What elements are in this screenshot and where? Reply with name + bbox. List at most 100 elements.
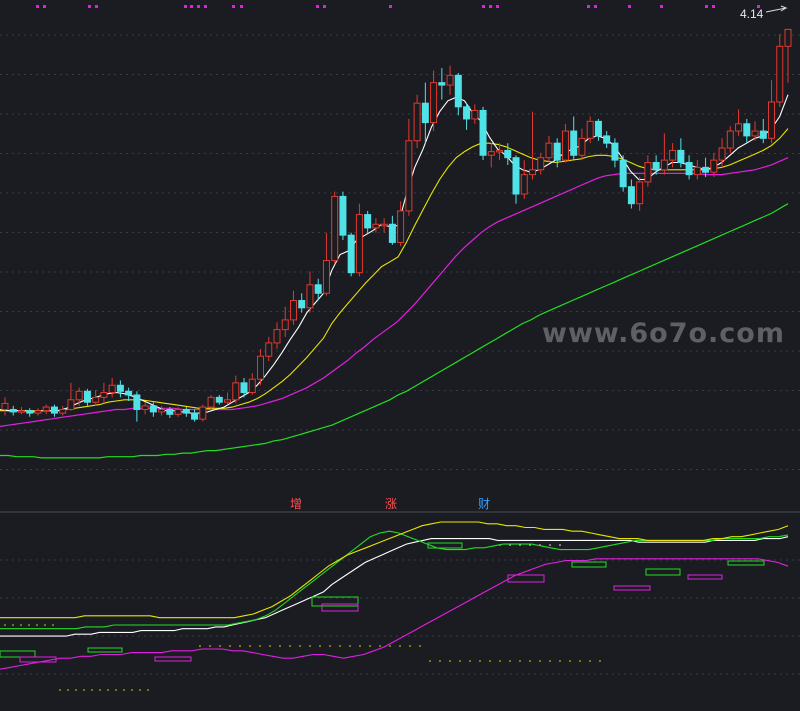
candle bbox=[413, 94, 421, 148]
candle bbox=[528, 111, 536, 180]
candle bbox=[125, 387, 133, 401]
candle bbox=[257, 348, 265, 386]
candle bbox=[50, 404, 58, 417]
signal-label-zeng: 增 bbox=[290, 497, 303, 511]
candle bbox=[380, 218, 388, 233]
candle bbox=[42, 404, 50, 415]
marker-dot bbox=[712, 5, 715, 8]
marker-dot bbox=[496, 5, 499, 8]
candle bbox=[199, 404, 207, 422]
candle bbox=[364, 210, 372, 233]
kline-chart bbox=[0, 5, 800, 691]
candle bbox=[182, 407, 190, 417]
ma-mid-line bbox=[0, 128, 789, 412]
candle bbox=[611, 138, 619, 168]
marker-dot bbox=[232, 5, 235, 8]
candle bbox=[306, 271, 314, 313]
candle bbox=[759, 118, 767, 144]
watermark: www.6o7o.com bbox=[542, 318, 785, 349]
candle bbox=[1, 397, 9, 416]
marker-dot bbox=[489, 5, 492, 8]
marker-dot bbox=[705, 5, 708, 8]
candle bbox=[92, 390, 100, 406]
indicator-box bbox=[427, 542, 463, 549]
marker-dot bbox=[628, 5, 631, 8]
candle bbox=[298, 293, 306, 313]
candle bbox=[421, 82, 429, 144]
marker-dot bbox=[240, 5, 243, 8]
candle bbox=[347, 232, 355, 277]
indicator-yellow-line bbox=[0, 521, 789, 619]
indicator-box bbox=[0, 650, 36, 658]
candle bbox=[17, 407, 25, 415]
candle bbox=[100, 382, 108, 404]
candle bbox=[553, 138, 561, 168]
marker-dot bbox=[389, 5, 392, 8]
ma-short-line bbox=[0, 94, 789, 414]
marker-dot bbox=[190, 5, 193, 8]
candle bbox=[224, 392, 232, 405]
candle bbox=[652, 155, 660, 175]
indicator-white-line bbox=[0, 536, 789, 637]
indicator-box bbox=[321, 603, 359, 612]
candle bbox=[191, 409, 199, 422]
bottom-panel-grid bbox=[0, 559, 800, 675]
indicator-box bbox=[87, 647, 123, 653]
candle bbox=[438, 68, 446, 100]
marker-dot bbox=[594, 5, 597, 8]
indicator-box bbox=[687, 574, 723, 580]
candle bbox=[59, 405, 67, 416]
candle bbox=[26, 408, 34, 417]
candle bbox=[570, 116, 578, 161]
marker-dot bbox=[36, 5, 39, 8]
candle bbox=[520, 160, 528, 199]
candle bbox=[784, 28, 792, 83]
marker-dot bbox=[660, 5, 663, 8]
candle bbox=[636, 177, 644, 211]
candle bbox=[487, 143, 495, 168]
candle bbox=[67, 382, 75, 411]
candle bbox=[685, 155, 693, 180]
candle bbox=[322, 232, 330, 296]
marker-dot bbox=[204, 5, 207, 8]
candle bbox=[141, 402, 149, 415]
marker-dot bbox=[316, 5, 319, 8]
last-price-label: 4.14 bbox=[740, 7, 764, 21]
candle bbox=[116, 380, 124, 398]
candle bbox=[603, 131, 611, 148]
candle bbox=[232, 375, 240, 404]
indicator-boxes bbox=[0, 542, 765, 663]
candle bbox=[693, 160, 701, 180]
candle bbox=[133, 391, 141, 422]
candle bbox=[108, 378, 116, 398]
candle bbox=[776, 34, 784, 107]
price-pointer bbox=[765, 5, 788, 13]
marker-dot bbox=[323, 5, 326, 8]
candle bbox=[578, 128, 586, 161]
candle bbox=[545, 135, 553, 163]
signal-label-cai: 财 bbox=[478, 497, 491, 511]
marker-dot bbox=[88, 5, 91, 8]
candle bbox=[726, 126, 734, 153]
bottom-panel-dots bbox=[4, 544, 601, 691]
candle bbox=[158, 405, 166, 416]
marker-dot bbox=[184, 5, 187, 8]
candle bbox=[331, 191, 339, 265]
candle bbox=[660, 133, 668, 175]
candle bbox=[273, 322, 281, 349]
candle bbox=[289, 290, 297, 325]
candle bbox=[248, 373, 256, 395]
candle bbox=[644, 155, 652, 187]
indicator-box bbox=[645, 568, 681, 576]
candle bbox=[710, 152, 718, 178]
candle bbox=[743, 118, 751, 144]
candle bbox=[463, 103, 471, 130]
candle bbox=[34, 408, 42, 416]
candle bbox=[735, 109, 743, 136]
candle bbox=[471, 104, 479, 124]
candle bbox=[446, 65, 454, 95]
candle bbox=[215, 394, 223, 405]
candle bbox=[9, 405, 17, 416]
candle bbox=[627, 179, 635, 209]
candle bbox=[479, 106, 487, 161]
